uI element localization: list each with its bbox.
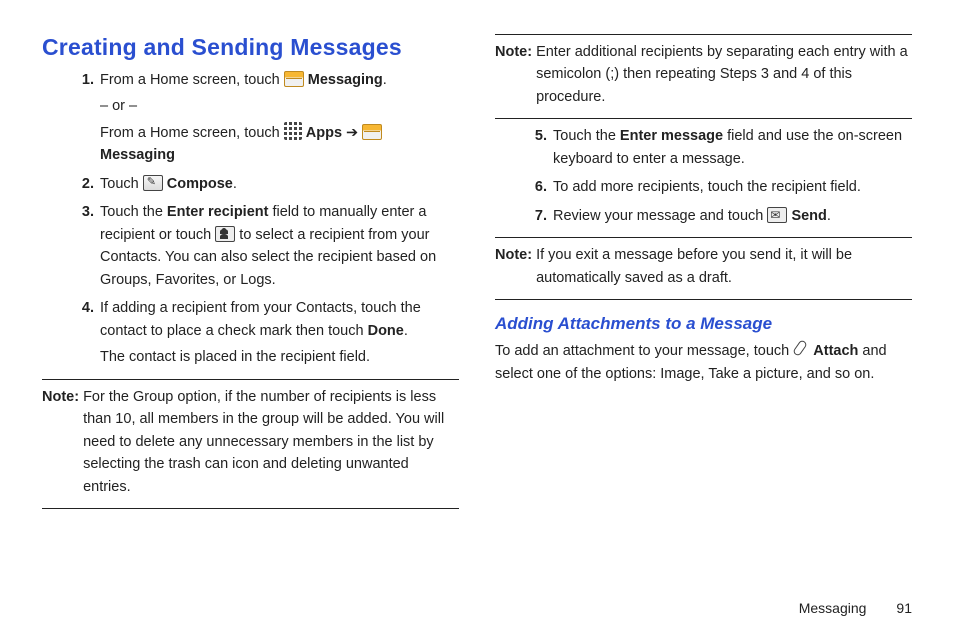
- messaging-icon: [362, 124, 382, 140]
- step2-pre: Touch: [100, 176, 143, 192]
- two-column-layout: Creating and Sending Messages From a Hom…: [42, 34, 912, 594]
- steps-list-right: Touch the Enter message field and use th…: [495, 125, 912, 227]
- left-column: Creating and Sending Messages From a Hom…: [42, 34, 459, 594]
- page: Creating and Sending Messages From a Hom…: [0, 0, 954, 636]
- heading-creating-sending: Creating and Sending Messages: [42, 34, 459, 61]
- divider: [495, 237, 912, 238]
- note-label: Note:: [495, 244, 532, 289]
- step-7: Review your message and touch Send.: [551, 205, 912, 227]
- divider: [42, 508, 459, 509]
- step5-pre: Touch the: [553, 128, 620, 144]
- note-label: Note:: [495, 41, 532, 108]
- divider: [42, 379, 459, 380]
- step3-pre: Touch the: [100, 204, 167, 220]
- heading-adding-attachments: Adding Attachments to a Message: [495, 314, 912, 334]
- step7-send-bold: Send: [791, 208, 826, 224]
- step2-post: .: [233, 176, 237, 192]
- step1a-text-post: .: [383, 72, 387, 88]
- attach-pre: To add an attachment to your message, to…: [495, 343, 793, 359]
- apps-grid-icon: [284, 122, 302, 140]
- step1b-apps-bold: Apps: [306, 125, 342, 141]
- messaging-icon: [284, 71, 304, 87]
- right-column: Note: Enter additional recipients by sep…: [495, 34, 912, 594]
- step1a-text-pre: From a Home screen, touch: [100, 72, 284, 88]
- attach-icon: [793, 340, 809, 358]
- step-3: Touch the Enter recipient field to manua…: [98, 201, 459, 291]
- step-5: Touch the Enter message field and use th…: [551, 125, 912, 170]
- step1a-messaging-bold: Messaging: [308, 72, 383, 88]
- compose-icon: [143, 175, 163, 191]
- send-icon: [767, 207, 787, 223]
- note-label: Note:: [42, 386, 79, 498]
- divider: [495, 34, 912, 35]
- footer-chapter: Messaging: [799, 600, 867, 616]
- attach-bold: Attach: [813, 343, 858, 359]
- contact-icon: [215, 226, 235, 242]
- step-4: If adding a recipient from your Contacts…: [98, 297, 459, 368]
- note-2: Note: Enter additional recipients by sep…: [495, 41, 912, 108]
- divider: [495, 299, 912, 300]
- note3-body: If you exit a message before you send it…: [534, 244, 912, 289]
- step1b-text-pre: From a Home screen, touch: [100, 125, 284, 141]
- note-3: Note: If you exit a message before you s…: [495, 244, 912, 289]
- step4-post: .: [404, 323, 408, 339]
- step2-compose-bold: Compose: [167, 176, 233, 192]
- step3-enter-recipient-bold: Enter recipient: [167, 204, 269, 220]
- page-footer: Messaging 91: [42, 594, 912, 616]
- step7-pre: Review your message and touch: [553, 208, 767, 224]
- divider: [495, 118, 912, 119]
- step4-extra: The contact is placed in the recipient f…: [100, 346, 459, 368]
- step1-or: – or –: [100, 95, 459, 117]
- step-1: From a Home screen, touch Messaging. – o…: [98, 69, 459, 167]
- footer-page-number: 91: [896, 600, 912, 616]
- note1-body: For the Group option, if the number of r…: [81, 386, 459, 498]
- step5-enter-message-bold: Enter message: [620, 128, 723, 144]
- step1b-arrow: ➔: [342, 125, 362, 141]
- step-2: Touch Compose.: [98, 173, 459, 195]
- step4-done-bold: Done: [368, 323, 404, 339]
- step1b-messaging-bold: Messaging: [100, 147, 175, 163]
- step-6: To add more recipients, touch the recipi…: [551, 176, 912, 198]
- step7-post: .: [827, 208, 831, 224]
- note2-body: Enter additional recipients by separatin…: [534, 41, 912, 108]
- note-1: Note: For the Group option, if the numbe…: [42, 386, 459, 498]
- steps-list-left: From a Home screen, touch Messaging. – o…: [42, 69, 459, 369]
